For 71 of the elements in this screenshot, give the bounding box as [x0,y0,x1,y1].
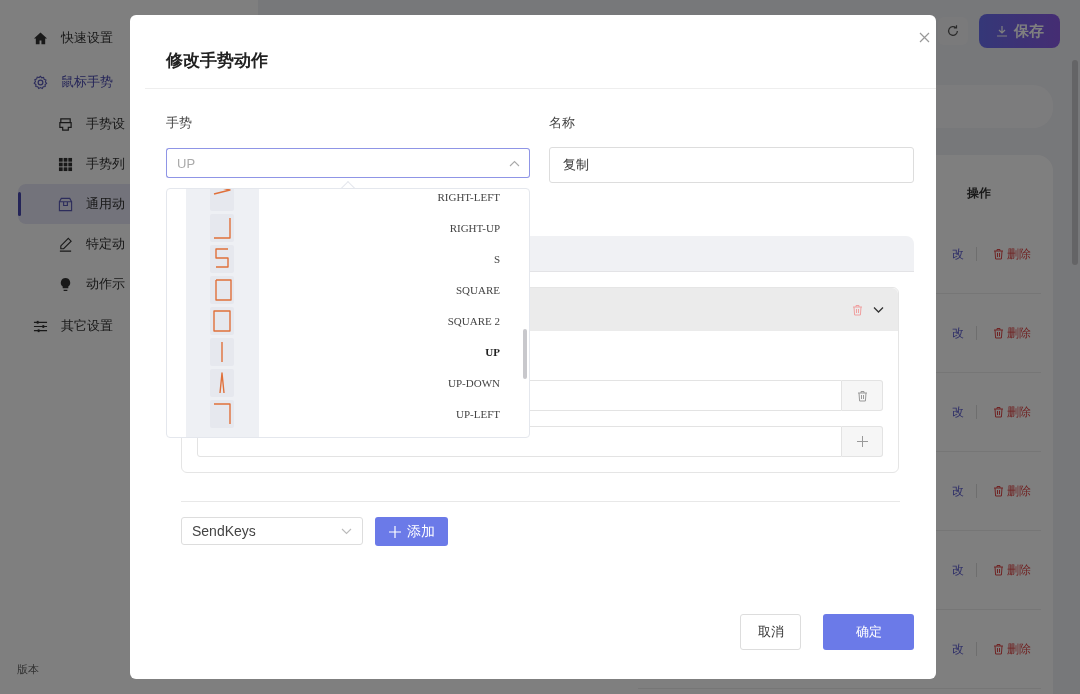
close-icon [918,31,930,43]
home-icon [33,30,48,46]
dropdown-option[interactable]: UP [167,336,529,367]
column-header: 操作 [967,185,991,202]
trash-icon [856,389,868,402]
plus-icon [856,435,868,448]
cancel-button[interactable]: 取消 [740,614,801,650]
trash-icon [993,485,1004,497]
gesture-path-icon [210,368,234,397]
edit-link[interactable]: 改 [952,482,964,500]
version-label: 版本 [16,662,40,677]
edit-link[interactable]: 改 [952,324,964,342]
plus-icon [388,525,401,538]
dropdown-option[interactable]: UP-LEFT [167,398,529,429]
bulb-icon [58,276,73,292]
trash-icon [993,248,1004,260]
delete-link[interactable]: 删除 [993,561,1031,579]
field-label: 名称 [549,114,576,132]
action-select[interactable]: SendKeys [181,517,363,545]
sidebar-item[interactable]: 特定动 [18,224,125,264]
sidebar-item[interactable]: 快速设置 [0,16,113,60]
trash-icon [993,406,1004,418]
field-label: 手势 [166,114,193,132]
gesture-path-icon [210,337,234,366]
dropdown-option[interactable]: RIGHT-LEFT [167,189,529,212]
delete-param-button[interactable] [842,380,883,411]
sidebar-item[interactable]: 动作示 [18,264,125,304]
sidebar-item[interactable]: 其它设置 [0,304,113,348]
delete-link[interactable]: 删除 [993,482,1031,500]
grid-icon [58,156,73,172]
dropdown-option[interactable]: SQUARE 2 [167,305,529,336]
sliders-icon [33,318,48,334]
box-icon [58,196,73,212]
edit-link[interactable]: 改 [952,640,964,658]
sidebar-item[interactable]: 手势列 [18,144,125,184]
add-button[interactable]: 添加 [375,517,448,546]
delete-link[interactable]: 删除 [993,245,1031,263]
delete-link[interactable]: 删除 [993,324,1031,342]
chevron-down-icon [873,304,884,315]
gesture-path-icon [210,244,234,273]
chevron-down-icon [341,527,352,535]
refresh-icon [946,24,960,38]
gesture-path-icon [210,306,234,335]
gesture-path-icon [210,213,234,242]
scrollbar-thumb[interactable] [523,329,527,379]
dialog-title: 修改手势动作 [166,50,268,72]
dropdown-option[interactable]: S [167,243,529,274]
sidebar-item[interactable]: 鼠标手势 [0,60,113,104]
dropdown-option[interactable]: UP-DOWN [167,367,529,398]
gesture-path-icon [210,275,234,304]
edit-link[interactable]: 改 [952,561,964,579]
dropdown-option[interactable]: SQUARE [167,274,529,305]
confirm-button[interactable]: 确定 [823,614,914,650]
dropdown-option[interactable]: RIGHT-UP [167,212,529,243]
trash-icon [993,564,1004,576]
trash-icon [993,643,1004,655]
add-param-button[interactable] [842,426,883,457]
download-icon [995,25,1008,37]
gesture-path-icon [210,399,234,428]
delete-link[interactable]: 删除 [993,640,1031,658]
gear-icon [33,74,48,90]
name-field[interactable]: 复制 [549,147,914,183]
pen-icon [58,236,73,252]
trash-icon [852,303,863,316]
sidebar-item[interactable]: 手势设 [18,104,125,144]
save-button[interactable]: 保存 [979,14,1060,48]
delete-link[interactable]: 删除 [993,403,1031,421]
printer-icon [58,116,73,132]
trash-icon [993,327,1004,339]
edit-link[interactable]: 改 [952,403,964,421]
edit-link[interactable]: 改 [952,245,964,263]
